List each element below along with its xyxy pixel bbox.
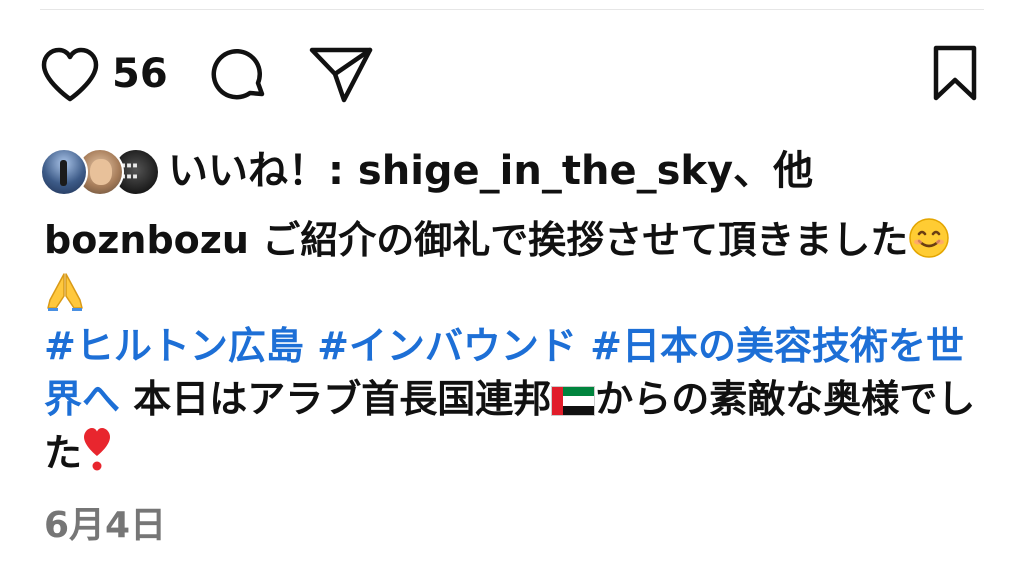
share-button[interactable]	[308, 44, 374, 104]
post-date: 6月4日	[44, 505, 167, 546]
caption-text: ご紹介の御礼で挨拶させて頂きました	[248, 218, 909, 262]
caption-text: 本日はアラブ首長国連邦	[120, 377, 552, 421]
like-count[interactable]: 56	[112, 50, 168, 98]
hashtag-link[interactable]: #ヒルトン広島	[44, 324, 304, 368]
avatar-figure	[60, 160, 67, 186]
like-button[interactable]	[40, 47, 100, 103]
top-divider	[40, 9, 984, 10]
comment-bubble-icon	[211, 48, 265, 100]
avatar-face	[90, 159, 112, 185]
paper-plane-icon	[309, 47, 373, 103]
save-button[interactable]	[932, 44, 978, 102]
post-action-bar: 56	[40, 44, 984, 104]
liker-avatar[interactable]	[40, 148, 88, 196]
liked-by-row[interactable]: ▪▪▪ ▪▪▪ いいね！: shige_in_the_sky、他	[40, 146, 980, 198]
bookmark-icon	[933, 45, 977, 101]
avatar-graphic: ▪▪▪ ▪▪▪	[120, 160, 139, 182]
post-caption: boznbozu ご紹介の御礼で挨拶させて頂きました #ヒルトン広島 #インバウ…	[44, 214, 980, 480]
heart-exclamation-emoji	[82, 426, 112, 472]
liked-by-text[interactable]: いいね！: shige_in_the_sky、他	[168, 146, 813, 196]
smiling-face-emoji	[908, 217, 950, 259]
folded-hands-emoji	[44, 270, 86, 312]
comment-button[interactable]	[210, 46, 270, 106]
hashtag-link[interactable]: #インバウンド	[317, 324, 577, 368]
caption-username[interactable]: boznbozu	[44, 218, 249, 262]
uae-flag-emoji	[551, 384, 596, 418]
heart-icon	[41, 47, 99, 102]
